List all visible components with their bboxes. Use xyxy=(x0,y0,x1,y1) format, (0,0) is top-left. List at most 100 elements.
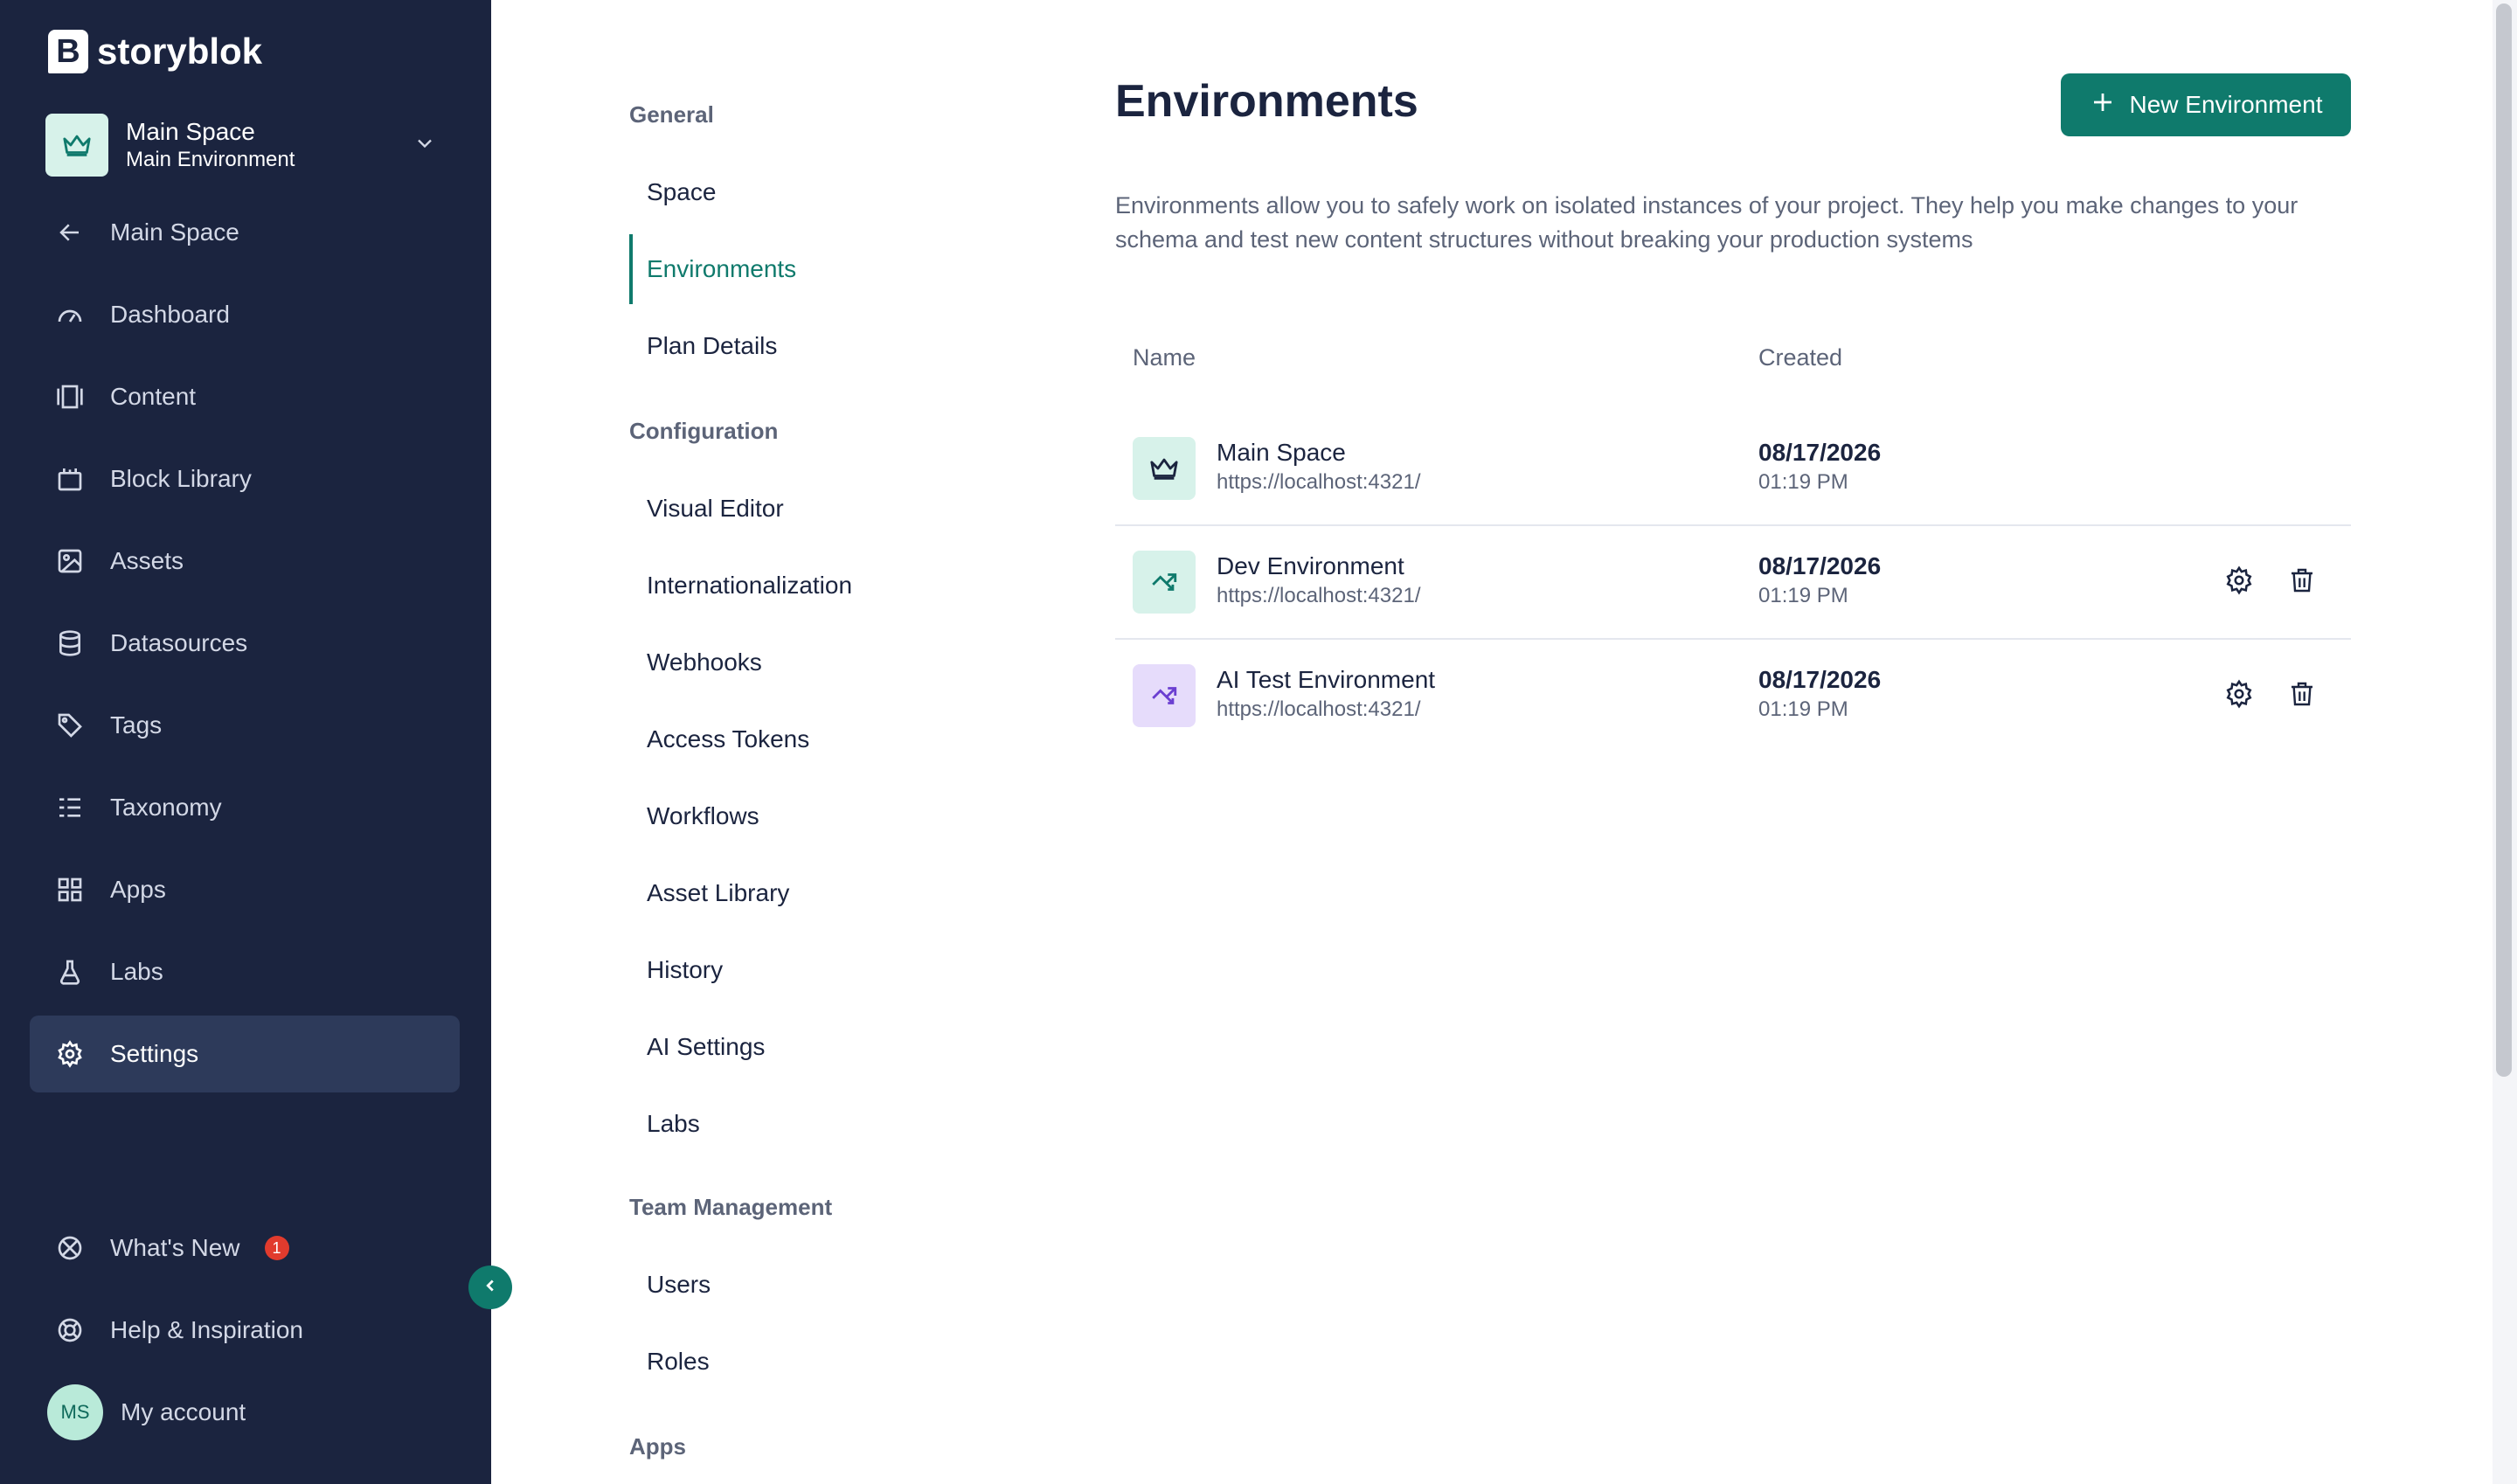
environment-name[interactable]: Main Space xyxy=(1217,439,1346,467)
subnav-item-plan-details[interactable]: Plan Details xyxy=(629,311,996,381)
crown-icon xyxy=(1133,437,1196,500)
delete-environment-button[interactable] xyxy=(2285,565,2319,600)
whats-new-label: What's New xyxy=(110,1234,240,1261)
sidebar-item-label: Content xyxy=(110,383,197,410)
crown-icon xyxy=(45,114,108,177)
subnav-item-workflows[interactable]: Workflows xyxy=(629,781,996,851)
new-environment-button[interactable]: New Environment xyxy=(2061,73,2351,136)
subnav-item-labs[interactable]: Labs xyxy=(629,1089,996,1159)
chevron-left-icon xyxy=(481,1276,500,1300)
delete-environment-button[interactable] xyxy=(2285,678,2319,713)
whats-new-link[interactable]: What's New 1 xyxy=(30,1210,460,1286)
avatar: MS xyxy=(47,1384,103,1440)
created-date: 08/17/2026 xyxy=(1758,552,1882,579)
page-description: Environments allow you to safely work on… xyxy=(1115,192,2299,253)
trash-icon xyxy=(2288,565,2316,600)
help-label: Help & Inspiration xyxy=(110,1316,304,1343)
environment-name: Main Environment xyxy=(126,148,295,171)
created-date: 08/17/2026 xyxy=(1758,439,1882,466)
subnav-item-asset-library[interactable]: Asset Library xyxy=(629,858,996,928)
logo-text: storyblok xyxy=(97,31,263,72)
subnav-item-internationalization[interactable]: Internationalization xyxy=(629,551,996,621)
help-inspiration-link[interactable]: Help & Inspiration xyxy=(30,1292,460,1369)
column-header-created: Created xyxy=(1758,344,1843,371)
column-header-name: Name xyxy=(1133,344,1196,371)
sidebar-item-content[interactable]: Content xyxy=(30,358,460,435)
image-icon xyxy=(54,545,86,577)
environment-name[interactable]: AI Test Environment xyxy=(1217,666,1435,694)
sidebar-item-label: Settings xyxy=(110,1040,199,1067)
dashboard-icon xyxy=(54,299,86,330)
sidebar-item-settings[interactable]: Settings xyxy=(30,1016,460,1092)
collapse-sidebar-button[interactable] xyxy=(468,1266,512,1309)
sidebar-item-datasources[interactable]: Datasources xyxy=(30,605,460,682)
sidebar-item-label: Tags xyxy=(110,711,163,739)
environment-url: https://localhost:4321/ xyxy=(1217,584,1421,607)
sidebar-item-label: Labs xyxy=(110,958,163,985)
subnav-heading-general: General xyxy=(629,101,714,128)
sidebar-item-label: Block Library xyxy=(110,465,252,492)
arrow-left-icon xyxy=(54,217,86,248)
sidebar-item-dashboard[interactable]: Dashboard xyxy=(30,276,460,353)
page-title: Environments xyxy=(1115,76,1418,127)
gear-icon xyxy=(2224,679,2254,713)
sidebar-item-block-library[interactable]: Block Library xyxy=(30,440,460,517)
block-library-icon xyxy=(54,463,86,495)
environment-url: https://localhost:4321/ xyxy=(1217,470,1421,494)
logo-mark-icon: B xyxy=(48,30,88,73)
subnav-item-access-tokens[interactable]: Access Tokens xyxy=(629,704,996,774)
sparkle-icon xyxy=(54,1232,86,1264)
subnav-heading-configuration: Configuration xyxy=(629,418,779,444)
apps-grid-icon xyxy=(54,874,86,905)
sidebar-item-label: Apps xyxy=(110,876,166,903)
plus-icon xyxy=(2090,89,2116,121)
subnav-item-webhooks[interactable]: Webhooks xyxy=(629,628,996,697)
sidebar-item-label: Datasources xyxy=(110,629,248,656)
space-switcher[interactable]: Main Space Main Environment xyxy=(30,110,449,180)
environment-name[interactable]: Dev Environment xyxy=(1217,552,1404,580)
subnav-item-space[interactable]: Space xyxy=(629,157,996,227)
created-time: 01:19 PM xyxy=(1758,584,1848,607)
environment-url: https://localhost:4321/ xyxy=(1217,697,1421,721)
sidebar-item-assets[interactable]: Assets xyxy=(30,523,460,600)
subnav-item-ai-settings[interactable]: AI Settings xyxy=(629,1012,996,1082)
created-date: 08/17/2026 xyxy=(1758,666,1882,693)
subnav-item-visual-editor[interactable]: Visual Editor xyxy=(629,474,996,544)
back-label: Main Space xyxy=(110,218,239,246)
subnav-heading-apps: Apps xyxy=(629,1433,686,1460)
created-time: 01:19 PM xyxy=(1758,697,1848,721)
scrollbar-thumb[interactable] xyxy=(2496,3,2512,1077)
my-account-link[interactable]: MS My account xyxy=(30,1374,460,1451)
created-time: 01:19 PM xyxy=(1758,470,1848,494)
lifebuoy-icon xyxy=(54,1314,86,1346)
subnav-item-environments[interactable]: Environments xyxy=(629,234,996,304)
subnav-item-users[interactable]: Users xyxy=(629,1250,996,1320)
back-to-space-link[interactable]: Main Space xyxy=(30,194,460,271)
environment-settings-button[interactable] xyxy=(2222,565,2257,600)
branch-icon xyxy=(1133,664,1196,727)
database-icon xyxy=(54,628,86,659)
table-row[interactable]: Main Space https://localhost:4321/ 08/17… xyxy=(1115,413,2351,526)
tag-icon xyxy=(54,710,86,741)
account-label: My account xyxy=(121,1398,246,1425)
subnav-item-history[interactable]: History xyxy=(629,935,996,1005)
sidebar-item-tags[interactable]: Tags xyxy=(30,687,460,764)
subnav-heading-team-management: Team Management xyxy=(629,1194,833,1220)
space-name: Main Space xyxy=(126,118,255,145)
new-environment-label: New Environment xyxy=(2129,91,2323,118)
sidebar-item-labs[interactable]: Labs xyxy=(30,933,460,1010)
sidebar-item-apps[interactable]: Apps xyxy=(30,851,460,928)
list-icon xyxy=(54,792,86,823)
storyblok-logo[interactable]: B storyblok xyxy=(48,30,262,73)
sidebar-item-taxonomy[interactable]: Taxonomy xyxy=(30,769,460,846)
branch-icon xyxy=(1133,551,1196,614)
table-row[interactable]: AI Test Environment https://localhost:43… xyxy=(1115,640,2351,753)
sidebar-item-label: Taxonomy xyxy=(110,794,222,821)
sidebar-item-label: Assets xyxy=(110,547,184,574)
gear-icon xyxy=(54,1038,86,1070)
gear-icon xyxy=(2224,565,2254,600)
environment-settings-button[interactable] xyxy=(2222,678,2257,713)
table-row[interactable]: Dev Environment https://localhost:4321/ … xyxy=(1115,526,2351,640)
subnav-item-roles[interactable]: Roles xyxy=(629,1327,996,1397)
content-icon xyxy=(54,381,86,413)
